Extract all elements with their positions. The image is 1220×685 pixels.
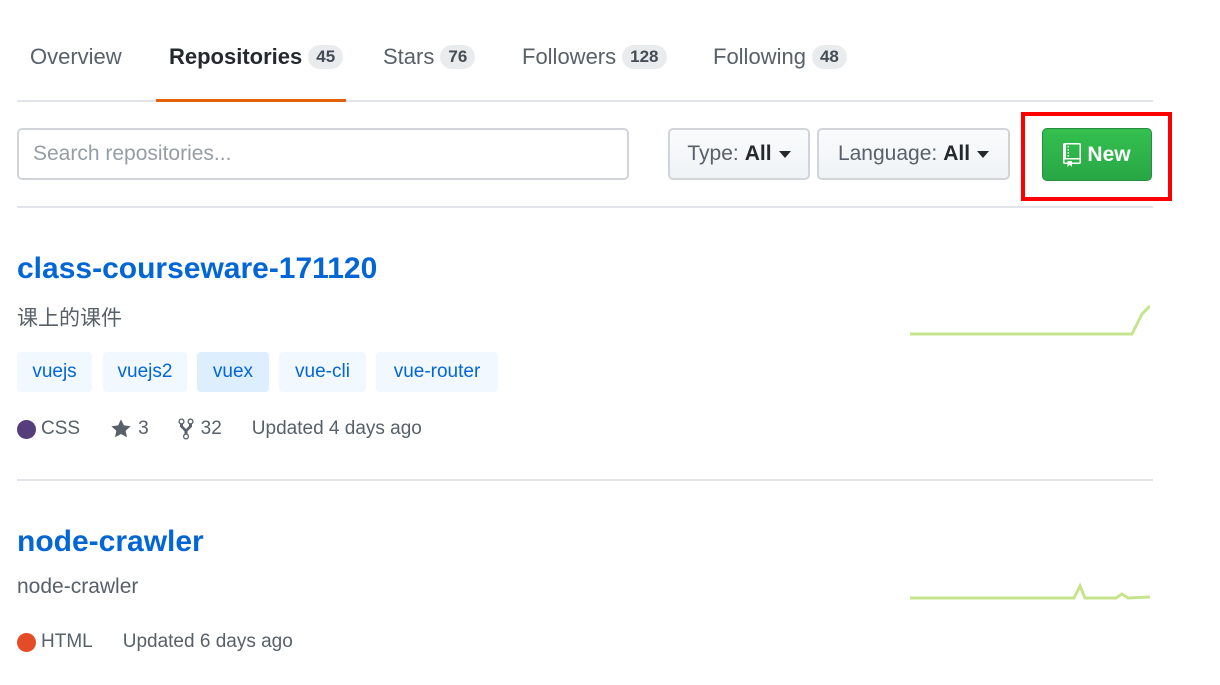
topic-tag-vuejs[interactable]: vuejs bbox=[17, 352, 92, 392]
repo-divider bbox=[17, 479, 1153, 481]
activity-sparkline bbox=[910, 304, 1150, 336]
activity-sparkline bbox=[910, 582, 1150, 600]
tab-overview-label: Overview bbox=[30, 44, 122, 69]
updated-time: Updated 6 days ago bbox=[122, 631, 293, 652]
language-color-dot bbox=[17, 419, 36, 439]
tab-stars[interactable]: Stars 76 bbox=[383, 44, 476, 102]
updated-time: Updated 4 days ago bbox=[251, 418, 422, 439]
repo-name-link[interactable]: node-crawler bbox=[17, 525, 204, 559]
star-count: 3 bbox=[138, 418, 149, 439]
repositories-count-badge: 45 bbox=[308, 45, 344, 69]
language-color-dot bbox=[17, 632, 36, 652]
tab-followers-label: Followers bbox=[522, 44, 617, 69]
profile-tabs: Overview Repositories 45 Stars 76 Follower… bbox=[17, 0, 1153, 102]
language-filter-label: Language: bbox=[837, 142, 938, 165]
tab-following-label: Following bbox=[713, 44, 806, 69]
repo-language: CSS bbox=[41, 418, 81, 439]
topic-tag-vuejs2[interactable]: vuejs2 bbox=[103, 352, 187, 392]
language-filter-dropdown[interactable]: Language: All bbox=[817, 128, 1010, 180]
star-icon bbox=[111, 419, 131, 438]
selected-tab-underline bbox=[156, 99, 346, 102]
topic-tag-vue-cli[interactable]: vue-cli bbox=[279, 352, 366, 392]
tab-repositories-label: Repositories bbox=[169, 44, 303, 69]
new-repository-button[interactable]: New bbox=[1042, 128, 1152, 181]
topic-tag-vuex[interactable]: vuex bbox=[197, 352, 269, 392]
followers-count-badge: 128 bbox=[622, 45, 667, 69]
topic-tag-vue-router[interactable]: vue-router bbox=[376, 352, 498, 392]
following-count-badge: 48 bbox=[811, 45, 847, 69]
repo-meta: CSS 3 32 Updated 4 days ago bbox=[17, 417, 422, 441]
repo-language: HTML bbox=[41, 631, 93, 652]
language-filter-value: All bbox=[943, 142, 971, 165]
type-filter-dropdown[interactable]: Type: All bbox=[668, 128, 810, 180]
new-button-label: New bbox=[1087, 142, 1131, 166]
repo-meta: HTML Updated 6 days ago bbox=[17, 631, 293, 653]
tab-followers[interactable]: Followers 128 bbox=[522, 44, 667, 102]
filter-divider bbox=[17, 206, 1153, 208]
type-filter-label: Type: bbox=[687, 142, 739, 165]
repo-description: node-crawler bbox=[17, 575, 139, 598]
tab-stars-label: Stars bbox=[383, 44, 435, 69]
fork-count: 32 bbox=[200, 418, 222, 439]
forks-link[interactable]: 32 bbox=[177, 417, 222, 441]
repo-description: 课上的课件 bbox=[17, 307, 122, 330]
tab-overview[interactable]: Overview bbox=[30, 44, 122, 102]
stargazers-link[interactable]: 3 bbox=[110, 418, 149, 440]
search-repositories-input[interactable] bbox=[17, 128, 629, 180]
repo-name-link[interactable]: class-courseware-171120 bbox=[17, 252, 377, 286]
type-filter-value: All bbox=[744, 142, 772, 165]
fork-icon bbox=[178, 418, 194, 440]
tab-following[interactable]: Following 48 bbox=[713, 44, 847, 102]
tab-repositories[interactable]: Repositories 45 bbox=[169, 44, 344, 102]
caret-down-icon bbox=[977, 150, 990, 158]
caret-down-icon bbox=[778, 150, 791, 158]
stars-count-badge: 76 bbox=[440, 45, 476, 69]
repo-icon bbox=[1063, 142, 1082, 167]
